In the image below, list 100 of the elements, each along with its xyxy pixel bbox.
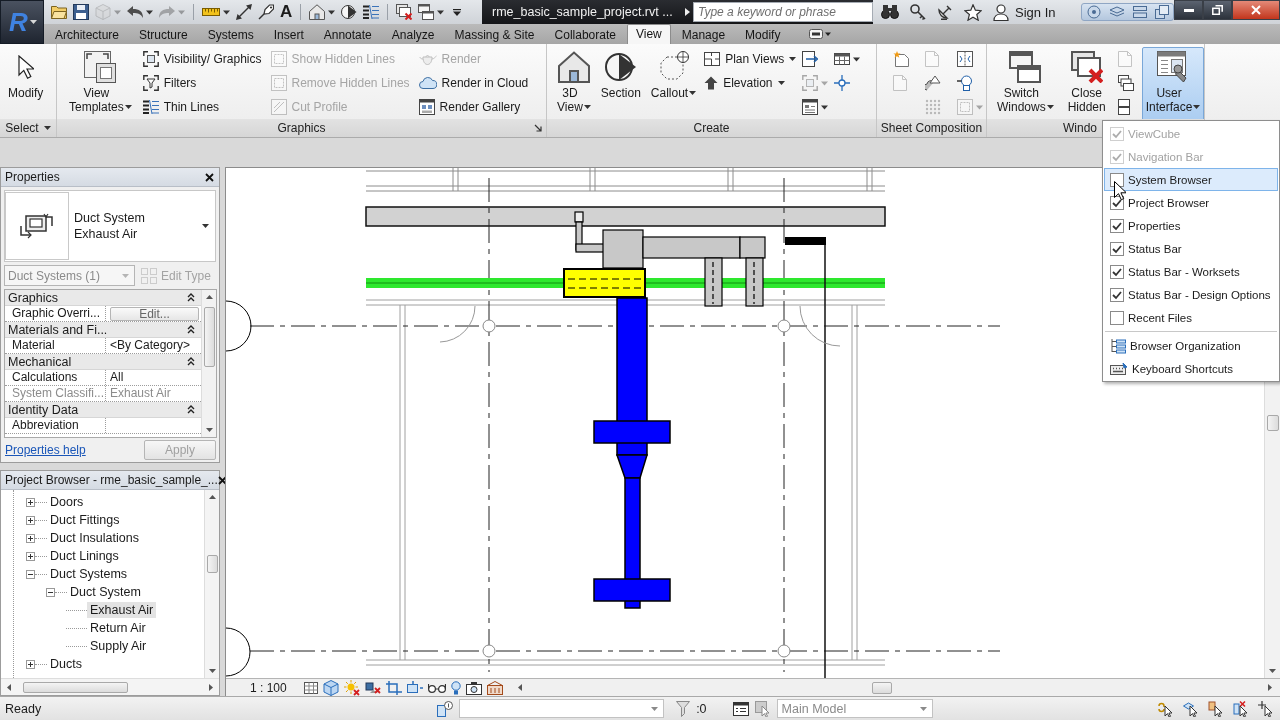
ribbon-tab[interactable]: Annotate xyxy=(314,25,381,44)
dialog-launcher-icon[interactable] xyxy=(534,124,542,132)
property-value[interactable]: <By Category> xyxy=(106,338,201,353)
section-marker-icon[interactable] xyxy=(341,4,358,20)
edit-button[interactable]: Edit... xyxy=(110,306,199,321)
property-group-header[interactable]: Graphics xyxy=(5,290,201,306)
tiled-windows-icon[interactable] xyxy=(1117,99,1130,115)
scroll-thumb[interactable] xyxy=(23,681,128,693)
vertical-scrollbar[interactable] xyxy=(204,490,219,678)
expand-icon[interactable] xyxy=(26,533,35,543)
restore-button[interactable] xyxy=(1203,0,1232,20)
building-icon[interactable] xyxy=(486,680,503,695)
bulb-icon[interactable] xyxy=(450,680,461,695)
tree-item[interactable]: Duct Fittings xyxy=(47,512,123,528)
ribbon-button[interactable]: Visibility/ Graphics xyxy=(140,47,264,71)
menu-item[interactable]: Status Bar xyxy=(1104,237,1278,260)
crosshair-icon[interactable] xyxy=(834,75,851,91)
text-tool-glyph[interactable]: A xyxy=(280,3,293,21)
menu-item[interactable]: Browser Organization xyxy=(1104,334,1278,357)
ribbon-button[interactable]: Thin Lines xyxy=(140,95,264,119)
stacked-bars-icon[interactable] xyxy=(1132,6,1147,18)
shadow-icon[interactable] xyxy=(364,679,381,696)
binoculars-icon[interactable] xyxy=(881,5,899,19)
overlap-squares-icon[interactable] xyxy=(1154,5,1169,19)
ribbon-tab[interactable]: Collaborate xyxy=(545,25,625,44)
disc-icon[interactable] xyxy=(1086,5,1101,19)
type-selector[interactable]: Duct System Exhaust Air xyxy=(4,190,216,262)
scroll-thumb[interactable] xyxy=(206,555,218,573)
scroll-thumb[interactable] xyxy=(871,681,892,694)
close-icon[interactable] xyxy=(217,475,227,485)
star-icon[interactable] xyxy=(964,3,982,21)
ribbon-button[interactable]: Plan Views xyxy=(702,47,799,71)
menu-item[interactable]: Status Bar - Worksets xyxy=(1104,260,1278,283)
crop-icon[interactable] xyxy=(385,680,402,695)
ribbon-tab[interactable]: Structure xyxy=(130,25,197,44)
scroll-left-icon[interactable] xyxy=(517,684,522,691)
chain-pointer-icon[interactable] xyxy=(1158,700,1174,717)
scroll-down-icon[interactable] xyxy=(205,428,213,432)
key-icon[interactable] xyxy=(910,4,926,20)
scroll-left-icon[interactable] xyxy=(7,683,11,691)
ribbon-tab[interactable]: Massing & Site xyxy=(445,25,544,44)
house-icon[interactable] xyxy=(309,4,336,20)
pointer-box-icon[interactable] xyxy=(754,700,771,717)
table-icon[interactable] xyxy=(834,53,861,65)
windows-icon[interactable] xyxy=(418,4,445,20)
ribbon-tab[interactable]: Insert xyxy=(264,25,313,44)
scroll-up-icon[interactable] xyxy=(208,495,216,499)
satellite-dish-icon[interactable] xyxy=(937,4,953,20)
circle-tag-icon[interactable] xyxy=(957,75,973,91)
ribbon-button[interactable]: Modify xyxy=(4,47,48,121)
funnel-icon[interactable] xyxy=(676,700,691,717)
tree-item[interactable]: Supply Air xyxy=(87,638,150,654)
box-x-pointer-icon[interactable] xyxy=(1233,700,1249,717)
scroll-right-icon[interactable] xyxy=(1268,684,1272,691)
detail-level-icon[interactable] xyxy=(303,681,318,694)
scroll-thumb[interactable] xyxy=(203,307,215,367)
scroll-down-icon[interactable] xyxy=(208,669,216,673)
close-button[interactable] xyxy=(1232,0,1280,20)
ribbon-tab[interactable]: Architecture xyxy=(46,25,129,44)
vertical-scrollbar[interactable] xyxy=(201,290,216,437)
caret-icon[interactable] xyxy=(43,126,51,130)
scroll-up-icon[interactable] xyxy=(205,295,213,299)
properties-help-link[interactable]: Properties help xyxy=(5,443,86,457)
collapse-icon[interactable] xyxy=(46,587,55,597)
tree-item[interactable]: Doors xyxy=(47,494,87,510)
ruler-icon[interactable] xyxy=(202,8,230,16)
ribbon-tab[interactable]: Analyze xyxy=(382,25,444,44)
dimension-icon[interactable] xyxy=(236,4,252,20)
ribbon-button[interactable]: Filters xyxy=(140,71,264,95)
ribbon-button[interactable]: Render in Cloud xyxy=(416,71,531,95)
layers-icon[interactable] xyxy=(1108,6,1125,18)
close-icon[interactable] xyxy=(205,172,214,182)
expand-icon[interactable] xyxy=(26,551,35,561)
cloud-triangle-icon[interactable] xyxy=(925,75,941,91)
tree-item[interactable]: Exhaust Air xyxy=(87,602,157,618)
ribbon-tab[interactable]: View xyxy=(626,24,671,44)
person-icon[interactable] xyxy=(993,3,1009,21)
split-sheet-icon[interactable] xyxy=(957,51,973,67)
layers-pointer-icon[interactable] xyxy=(1183,700,1199,717)
drawing-area[interactable] xyxy=(226,168,1280,678)
menu-item[interactable]: Recent Files xyxy=(1104,306,1278,329)
cube-icon[interactable] xyxy=(322,679,339,696)
ribbon-toggle-icon[interactable] xyxy=(809,29,832,39)
tag-icon[interactable] xyxy=(258,4,274,20)
search-field[interactable]: Type a keyword or phrase xyxy=(693,2,873,22)
ribbon-tab[interactable]: Manage xyxy=(672,25,735,44)
cascade-windows-icon[interactable] xyxy=(1117,75,1134,91)
tree-item[interactable]: Ducts xyxy=(47,656,85,672)
ribbon-tab[interactable]: Systems xyxy=(198,25,263,44)
move-pointer-icon[interactable] xyxy=(1258,700,1274,717)
scroll-down-icon[interactable] xyxy=(1269,669,1276,673)
scroll-right-icon[interactable] xyxy=(209,683,213,691)
property-group-header[interactable]: Identity Data xyxy=(5,402,201,418)
property-group-header[interactable]: Materials and Fi... xyxy=(5,322,201,338)
menu-item[interactable]: System Browser xyxy=(1104,168,1278,191)
windows-close-icon[interactable] xyxy=(396,4,413,20)
menu-item[interactable]: Status Bar - Design Options xyxy=(1104,283,1278,306)
tree-item[interactable]: Duct Systems xyxy=(47,566,131,582)
lines-icon[interactable] xyxy=(363,5,380,19)
worksets-icon[interactable] xyxy=(437,700,454,717)
